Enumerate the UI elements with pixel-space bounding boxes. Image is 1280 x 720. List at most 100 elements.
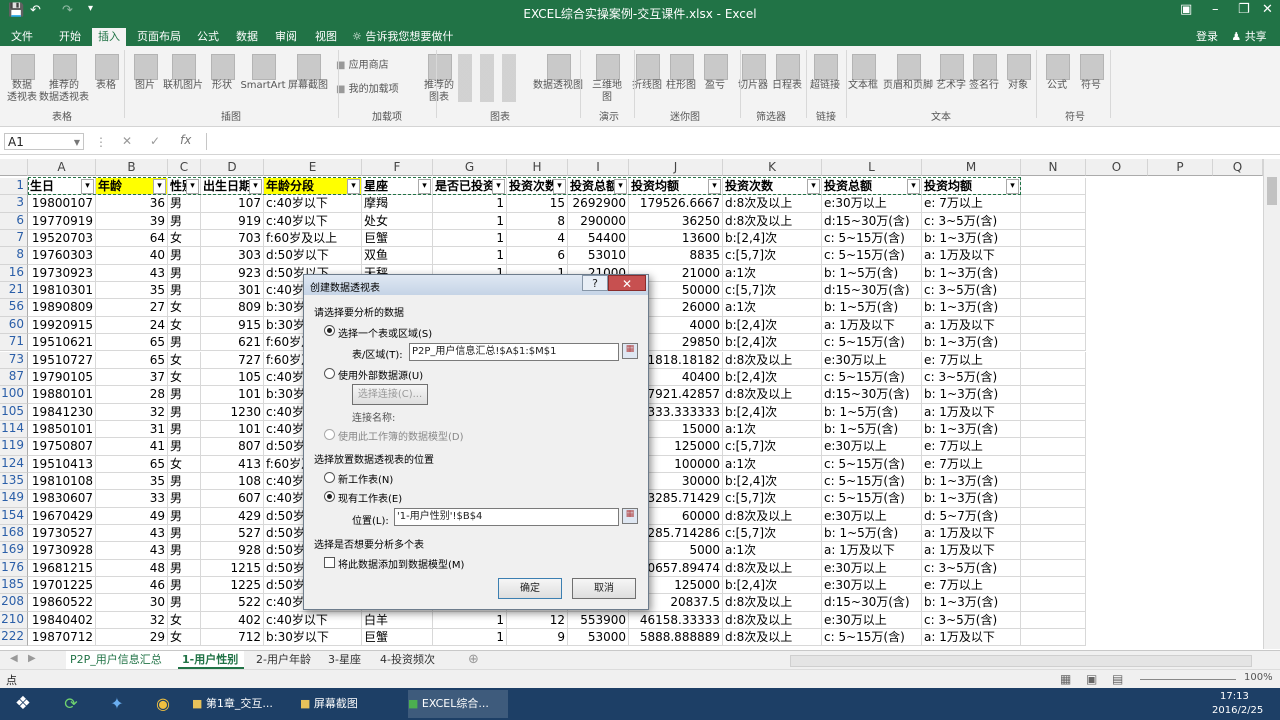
textbox-button[interactable]: 文本框 [846, 52, 880, 106]
tell-me-search[interactable]: ☼ 告诉我您想要做什么... [352, 28, 472, 61]
table-cell[interactable]: 413 [201, 455, 264, 473]
table-cell[interactable]: 39 [96, 212, 168, 231]
table-cell[interactable] [1021, 212, 1086, 231]
table-cell[interactable]: 1 [433, 629, 507, 647]
screenshot-button[interactable]: 屏幕截图 [286, 52, 330, 106]
formula-input[interactable] [206, 133, 1267, 150]
pivotchart-button[interactable]: 数据透视图 [530, 52, 586, 106]
table-cell[interactable]: 19730923 [28, 264, 96, 283]
table-cell[interactable] [1021, 472, 1086, 491]
table-cell[interactable]: 女 [168, 351, 201, 369]
table-cell[interactable]: 101 [201, 386, 264, 404]
table-cell[interactable] [1021, 577, 1086, 595]
table-cell[interactable]: 553900 [568, 611, 629, 630]
sparkline-line-button[interactable]: 折线图 [630, 52, 664, 106]
table-cell[interactable]: e: 7万以上 [922, 577, 1021, 595]
table-cell[interactable]: 双鱼 [362, 247, 433, 265]
table-cell[interactable]: 40 [96, 247, 168, 265]
add-data-model-checkbox[interactable] [324, 557, 335, 568]
row-header[interactable]: 169 [0, 542, 28, 560]
header-cell[interactable]: 星座 ▾ [362, 178, 433, 196]
taskbar-item-folder1[interactable]: ■ 第1章_交互... [192, 690, 292, 718]
table-cell[interactable]: 男 [168, 438, 201, 456]
close-icon[interactable]: ✕ [608, 275, 646, 291]
row-header[interactable]: 56 [0, 299, 28, 317]
row-header[interactable]: 149 [0, 490, 28, 508]
table-cell[interactable]: 64 [96, 230, 168, 248]
table-cell[interactable]: c: 3~5万(含) [922, 611, 1021, 630]
table-cell[interactable]: 9 [507, 629, 568, 647]
table-cell[interactable]: 179526.6667 [629, 195, 723, 213]
table-cell[interactable]: 1215 [201, 559, 264, 578]
filter-dropdown-icon[interactable]: ▾ [1006, 179, 1019, 194]
table-cell[interactable]: 19510727 [28, 351, 96, 369]
table-cell[interactable]: 105 [201, 368, 264, 387]
data-model-radio[interactable] [324, 429, 335, 440]
table-cell[interactable]: a: 1万及以下 [922, 542, 1021, 560]
scroll-left-icon[interactable]: ◀ [10, 653, 18, 664]
table-cell[interactable]: d:15~30万(含) [822, 282, 922, 300]
horizontal-scrollbar[interactable] [790, 655, 1252, 667]
table-cell[interactable]: e:30万以上 [822, 438, 922, 456]
table-cell[interactable]: 白羊 [362, 611, 433, 630]
ribbon-display-icon[interactable]: ▣ [1180, 2, 1192, 17]
table-cell[interactable]: 712 [201, 629, 264, 647]
equation-button[interactable]: 公式 [1042, 52, 1072, 106]
table-cell[interactable]: 女 [168, 368, 201, 387]
table-cell[interactable] [1021, 629, 1086, 647]
table-cell[interactable] [1021, 247, 1086, 265]
table-cell[interactable]: 43 [96, 525, 168, 543]
table-cell[interactable] [1021, 542, 1086, 560]
table-cell[interactable]: 19840402 [28, 611, 96, 630]
filter-dropdown-icon[interactable]: ▾ [807, 179, 820, 194]
header-cell[interactable]: 投资均额 ▾ [629, 178, 723, 196]
redo-icon[interactable]: ↷ [62, 3, 73, 18]
table-cell[interactable]: 19770919 [28, 212, 96, 231]
table-cell[interactable]: 男 [168, 334, 201, 352]
tab-data[interactable]: 数据 [232, 28, 262, 46]
recommended-pivottable-button[interactable]: 推荐的 数据透视表 [36, 52, 92, 106]
scroll-thumb[interactable] [1267, 177, 1277, 205]
table-cell[interactable]: b: 1~5万(含) [822, 403, 922, 421]
cancel-button[interactable]: 取消 [572, 578, 636, 599]
row-header[interactable]: 16 [0, 264, 28, 283]
filter-dropdown-icon[interactable]: ▾ [553, 179, 566, 194]
customize-qat-icon[interactable]: ▾ [88, 3, 93, 14]
table-cell[interactable]: c: 3~5万(含) [922, 559, 1021, 578]
table-cell[interactable]: 6 [507, 247, 568, 265]
table-cell[interactable]: e: 7万以上 [922, 195, 1021, 213]
header-cell[interactable]: 性别 ▾ [168, 178, 201, 196]
table-cell[interactable]: 29 [96, 629, 168, 647]
table-cell[interactable]: e:30万以上 [822, 559, 922, 578]
table-cell[interactable]: 703 [201, 230, 264, 248]
new-sheet-icon[interactable]: ⊕ [468, 652, 479, 667]
row-header[interactable]: 105 [0, 403, 28, 421]
table-cell[interactable]: c: 3~5万(含) [922, 368, 1021, 387]
column-header[interactable]: I [568, 159, 629, 176]
row-header[interactable]: 6 [0, 212, 28, 231]
filter-dropdown-icon[interactable]: ▾ [249, 179, 262, 194]
table-cell[interactable]: 19920915 [28, 316, 96, 335]
table-cell[interactable]: 43 [96, 264, 168, 283]
row-header[interactable]: 3 [0, 195, 28, 213]
table-cell[interactable] [1021, 282, 1086, 300]
table-cell[interactable]: 36250 [629, 212, 723, 231]
table-cell[interactable]: 男 [168, 386, 201, 404]
table-cell[interactable]: e: 7万以上 [922, 351, 1021, 369]
table-cell[interactable]: c: 5~15万(含) [822, 455, 922, 473]
row-header[interactable]: 119 [0, 438, 28, 456]
table-cell[interactable]: 621 [201, 334, 264, 352]
table-cell[interactable] [1021, 386, 1086, 404]
header-cell[interactable]: 出生日期 ▾ [201, 178, 264, 196]
row-header[interactable]: 21 [0, 282, 28, 300]
table-cell[interactable]: c:[5,7]次 [723, 490, 822, 508]
table-cell[interactable]: b: 1~3万(含) [922, 490, 1021, 508]
table-cell[interactable]: 101 [201, 420, 264, 439]
header-cell[interactable]: 年龄分段 ▾ [264, 178, 362, 196]
column-header[interactable]: A [28, 159, 96, 176]
table-cell[interactable]: 19850101 [28, 420, 96, 439]
column-header[interactable]: E [264, 159, 362, 176]
table-cell[interactable] [1021, 264, 1086, 283]
table-cell[interactable]: 1 [433, 212, 507, 231]
zoom-slider[interactable] [1140, 679, 1236, 680]
